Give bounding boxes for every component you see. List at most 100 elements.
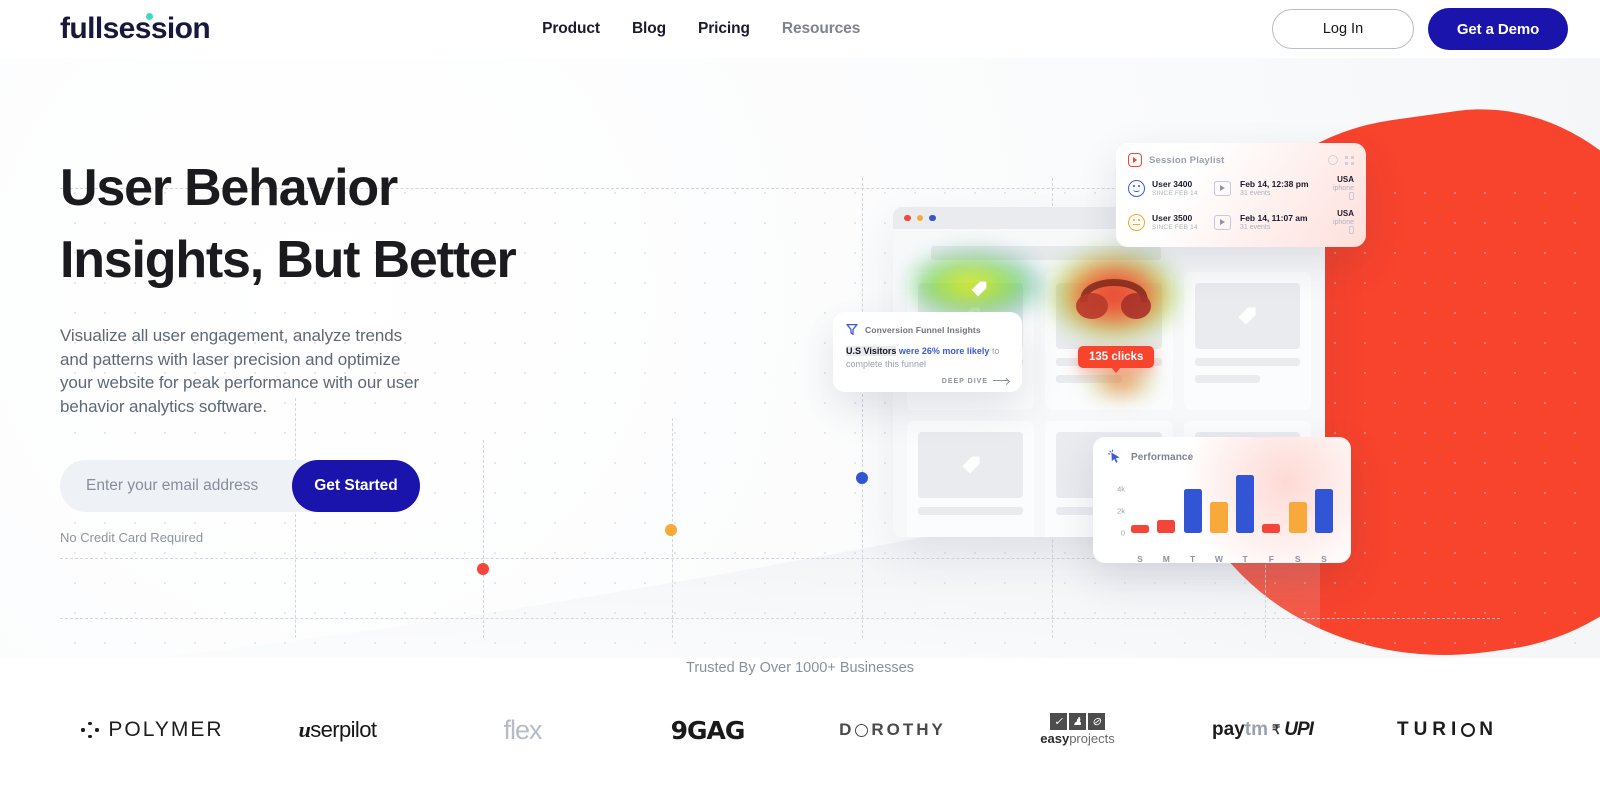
- logo-easyprojects: ✓ ♟ ⊘ easyprojects: [985, 708, 1170, 752]
- session-row[interactable]: User 3400 SINCE FEB 14 Feb 14, 12:38 pm …: [1128, 175, 1354, 201]
- logo-dorothy-pre: D: [839, 720, 855, 739]
- mockup-card: [907, 421, 1035, 537]
- x-tick-label: M: [1162, 554, 1170, 563]
- chart-bar: [1288, 502, 1307, 533]
- page-title: User Behavior Insights, But Better: [60, 152, 620, 296]
- play-session-button[interactable]: [1214, 180, 1231, 196]
- hero-content: User Behavior Insights, But Better Visua…: [60, 152, 620, 545]
- performance-bar-chart: 0 2k 4k: [1107, 471, 1337, 549]
- funnel-emphasis: were 26% more likely: [898, 346, 990, 356]
- headphones-image: [1076, 279, 1151, 319]
- nav-item-pricing[interactable]: Pricing: [698, 20, 750, 38]
- chart-bar-column: [1288, 502, 1307, 533]
- phone-icon: [1349, 192, 1354, 200]
- trusted-by-label: Trusted By Over 1000+ Businesses: [686, 660, 914, 676]
- chart-bar: [1314, 488, 1333, 533]
- headline-line-2: Insights, But Better: [60, 231, 517, 289]
- logo-easy-light: projects: [1069, 730, 1115, 746]
- get-started-button[interactable]: Get Started: [292, 460, 420, 512]
- tag-icon: [971, 281, 987, 297]
- nav-item-product[interactable]: Product: [542, 20, 600, 38]
- mockup-line: [1194, 358, 1300, 366]
- logo-userpilot-text: serpilot: [310, 717, 377, 742]
- nav-item-resources[interactable]: Resources: [782, 20, 860, 38]
- chart-bar: [1236, 475, 1255, 533]
- expand-icon[interactable]: [1345, 155, 1354, 165]
- session-device: iphone: [1332, 185, 1354, 192]
- mockup-image-placeholder: [1194, 283, 1300, 349]
- session-user-since: SINCE FEB 14: [1152, 224, 1198, 231]
- mockup-line: [1194, 375, 1260, 383]
- chart-y-axis: 0 2k 4k: [1107, 471, 1127, 537]
- mockup-line: [918, 507, 1024, 515]
- signup-form: Get Started: [60, 460, 420, 512]
- logo-flex: flex: [430, 708, 615, 752]
- tag-icon: [1238, 307, 1256, 325]
- log-in-button[interactable]: Log In: [1272, 9, 1414, 49]
- dorothy-face-icon: [855, 723, 869, 737]
- tag-icon: [961, 456, 980, 474]
- heatmap-overlay-left: [912, 252, 1042, 318]
- session-user-name: User 3400: [1152, 179, 1193, 189]
- logo-dorothy: D ROTHY: [800, 708, 985, 752]
- performance-card-title: Performance: [1131, 451, 1194, 463]
- cursor-click-icon: [1107, 449, 1120, 463]
- chart-x-axis: SMTWTFSS: [1107, 549, 1337, 563]
- mood-happy-icon: [1128, 179, 1145, 197]
- chart-bar: [1183, 488, 1202, 533]
- logo-turion: TURI N: [1355, 708, 1540, 752]
- session-events: 31 events: [1240, 190, 1271, 197]
- window-dot-orange-icon: [916, 214, 923, 222]
- data-point-orange: [665, 524, 677, 536]
- funnel-card-header: Conversion Funnel Insights: [846, 323, 1009, 336]
- session-playlist-card: Session Playlist User 3400 SINCE FEB 14 …: [1116, 143, 1366, 247]
- conversion-funnel-card: Conversion Funnel Insights U.S Visitors …: [833, 312, 1022, 392]
- session-country: USA: [1337, 175, 1354, 184]
- funnel-card-text: U.S Visitors were 26% more likely to com…: [846, 345, 1009, 371]
- x-tick-label: T: [1189, 554, 1196, 563]
- x-tick-label: T: [1242, 554, 1248, 563]
- nav-item-blog[interactable]: Blog: [632, 20, 666, 38]
- trusted-by-section: Trusted By Over 1000+ Businesses POLYMER…: [0, 660, 1600, 752]
- chart-bar-column: [1262, 524, 1281, 533]
- session-timestamp: Feb 14, 12:38 pm: [1240, 179, 1309, 189]
- logo-turion-pre: TURI: [1396, 719, 1462, 740]
- hero-paragraph: Visualize all user engagement, analyze t…: [60, 326, 420, 416]
- person-glyph-icon: ♟: [1068, 712, 1086, 730]
- mockup-image-placeholder: [918, 432, 1024, 498]
- play-session-button[interactable]: [1214, 214, 1231, 230]
- window-dot-blue-icon: [929, 214, 936, 222]
- header-actions: Log In Get a Demo: [1272, 8, 1568, 50]
- y-tick-label: 0: [1120, 528, 1125, 538]
- deep-dive-link[interactable]: DEEP DIVE: [846, 378, 1009, 385]
- logo-userpilot: userpilot: [245, 708, 430, 752]
- polymer-dots-icon: [81, 721, 99, 739]
- deep-dive-label: DEEP DIVE: [941, 378, 988, 385]
- funnel-highlight: U.S Visitors: [846, 346, 897, 356]
- session-user: User 3500 SINCE FEB 14: [1152, 213, 1214, 231]
- session-user-since: SINCE FEB 14: [1152, 190, 1198, 197]
- x-tick-label: S: [1137, 554, 1143, 563]
- logo-flex-text: flex: [503, 714, 542, 745]
- headline-line-1: User Behavior: [60, 159, 398, 217]
- logo-turion-post: N: [1479, 719, 1499, 740]
- logo-9gag: 9GAG: [615, 708, 800, 752]
- mood-neutral-icon: [1128, 213, 1145, 231]
- easyprojects-glyphs-icon: ✓ ♟ ⊘: [1040, 712, 1114, 730]
- landing-page: fullsession Product Blog Pricing Resourc…: [0, 0, 1600, 812]
- get-a-demo-button[interactable]: Get a Demo: [1428, 8, 1568, 50]
- client-logo-row: POLYMER userpilot flex 9GAG D ROTHY ✓ ♟ …: [0, 708, 1600, 752]
- session-row[interactable]: User 3500 SINCE FEB 14 Feb 14, 11:07 am …: [1128, 209, 1354, 235]
- x-tick-label: S: [1294, 554, 1301, 563]
- no-credit-card-note: No Credit Card Required: [60, 530, 204, 545]
- download-icon[interactable]: [1328, 155, 1338, 165]
- logo-9gag-text: 9GAG: [670, 715, 746, 745]
- play-square-icon: [1128, 153, 1142, 167]
- chart-bar: [1209, 502, 1228, 533]
- logo-paytm-pay: pay: [1212, 719, 1245, 740]
- chart-bar-column: [1209, 502, 1228, 533]
- brand-logo[interactable]: fullsession: [60, 12, 211, 46]
- chart-bar-column: [1314, 488, 1333, 533]
- session-user: User 3400 SINCE FEB 14: [1152, 179, 1214, 197]
- chart-bar-column: [1157, 520, 1176, 533]
